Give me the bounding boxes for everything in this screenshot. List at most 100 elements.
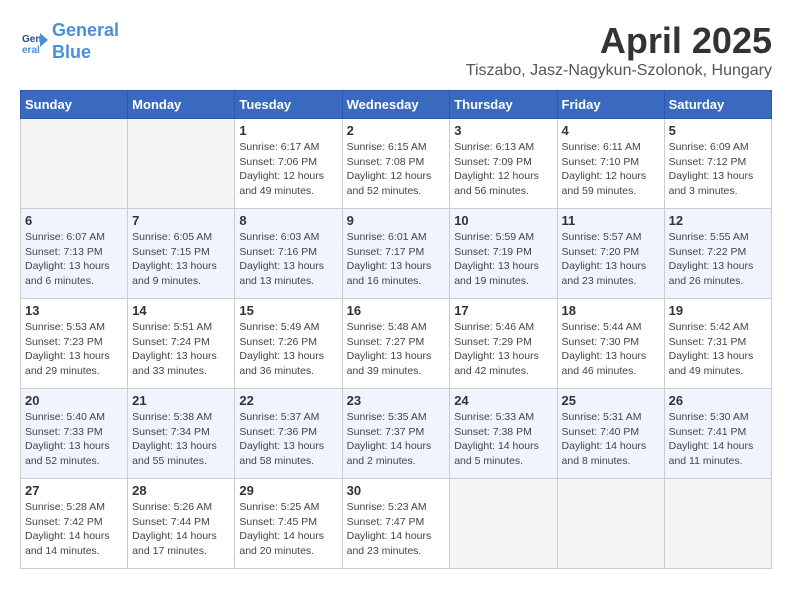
day-detail: Sunrise: 6:11 AMSunset: 7:10 PMDaylight:…: [562, 140, 660, 199]
day-detail: Sunrise: 5:40 AMSunset: 7:33 PMDaylight:…: [25, 410, 123, 469]
logo-general: General: [52, 20, 119, 40]
header-friday: Friday: [557, 91, 664, 119]
week-row-3: 13Sunrise: 5:53 AMSunset: 7:23 PMDayligh…: [21, 299, 772, 389]
day-detail: Sunrise: 6:09 AMSunset: 7:12 PMDaylight:…: [669, 140, 767, 199]
day-number: 6: [25, 213, 123, 228]
week-row-4: 20 Sunrise: 5:40 AMSunset: 7:33 PMDayligh…: [21, 389, 772, 479]
day-detail: Sunrise: 5:59 AMSunset: 7:19 PMDaylight:…: [454, 230, 552, 289]
day-cell: 3Sunrise: 6:13 AMSunset: 7:09 PMDaylight…: [450, 119, 557, 209]
day-detail: Sunrise: 5:26 AMSunset: 7:44 PMDaylight:…: [132, 500, 230, 559]
day-detail: Sunrise: 6:05 AMSunset: 7:15 PMDaylight:…: [132, 230, 230, 289]
day-cell: 13Sunrise: 5:53 AMSunset: 7:23 PMDayligh…: [21, 299, 128, 389]
header-thursday: Thursday: [450, 91, 557, 119]
day-cell: 9 Sunrise: 6:01 AMSunset: 7:17 PMDaylight…: [342, 209, 450, 299]
svg-text:Gen: Gen: [22, 34, 41, 45]
day-detail: Sunrise: 5:28 AMSunset: 7:42 PMDaylight:…: [25, 500, 123, 559]
day-cell: 25Sunrise: 5:31 AMSunset: 7:40 PMDayligh…: [557, 389, 664, 479]
header-wednesday: Wednesday: [342, 91, 450, 119]
month-title: April 2025: [466, 20, 772, 62]
day-cell: 29 Sunrise: 5:25 AMSunset: 7:45 PMDayligh…: [235, 479, 342, 569]
day-cell: 8 Sunrise: 6:03 AMSunset: 7:16 PMDaylight…: [235, 209, 342, 299]
day-cell: 12 Sunrise: 5:55 AMSunset: 7:22 PMDayligh…: [664, 209, 771, 299]
day-cell: 26Sunrise: 5:30 AMSunset: 7:41 PMDayligh…: [664, 389, 771, 479]
day-number: 30: [347, 483, 446, 498]
day-detail: Sunrise: 5:25 AMSunset: 7:45 PMDaylight:…: [239, 500, 337, 559]
day-number: 5: [669, 123, 767, 138]
day-cell: 2Sunrise: 6:15 AMSunset: 7:08 PMDaylight…: [342, 119, 450, 209]
day-detail: Sunrise: 5:57 AMSunset: 7:20 PMDaylight:…: [562, 230, 660, 289]
day-number: 12: [669, 213, 767, 228]
day-detail: Sunrise: 5:48 AMSunset: 7:27 PMDaylight:…: [347, 320, 446, 379]
day-number: 4: [562, 123, 660, 138]
day-number: 18: [562, 303, 660, 318]
day-detail: Sunrise: 5:42 AMSunset: 7:31 PMDaylight:…: [669, 320, 767, 379]
day-detail: Sunrise: 5:49 AMSunset: 7:26 PMDaylight:…: [239, 320, 337, 379]
day-number: 21: [132, 393, 230, 408]
day-cell: 5 Sunrise: 6:09 AMSunset: 7:12 PMDaylight…: [664, 119, 771, 209]
day-cell: 30 Sunrise: 5:23 AMSunset: 7:47 PMDayligh…: [342, 479, 450, 569]
day-cell: 17 Sunrise: 5:46 AMSunset: 7:29 PMDayligh…: [450, 299, 557, 389]
header-sunday: Sunday: [21, 91, 128, 119]
day-number: 9: [347, 213, 446, 228]
svg-text:eral: eral: [22, 45, 40, 56]
day-detail: Sunrise: 6:03 AMSunset: 7:16 PMDaylight:…: [239, 230, 337, 289]
day-number: 7: [132, 213, 230, 228]
calendar-table: SundayMondayTuesdayWednesdayThursdayFrid…: [20, 90, 772, 569]
day-detail: Sunrise: 6:01 AMSunset: 7:17 PMDaylight:…: [347, 230, 446, 289]
day-cell: 21 Sunrise: 5:38 AMSunset: 7:34 PMDayligh…: [128, 389, 235, 479]
day-number: 27: [25, 483, 123, 498]
day-number: 19: [669, 303, 767, 318]
day-detail: Sunrise: 5:51 AMSunset: 7:24 PMDaylight:…: [132, 320, 230, 379]
day-cell: 14Sunrise: 5:51 AMSunset: 7:24 PMDayligh…: [128, 299, 235, 389]
header-tuesday: Tuesday: [235, 91, 342, 119]
day-detail: Sunrise: 5:44 AMSunset: 7:30 PMDaylight:…: [562, 320, 660, 379]
day-detail: Sunrise: 5:46 AMSunset: 7:29 PMDaylight:…: [454, 320, 552, 379]
day-number: 10: [454, 213, 552, 228]
day-cell: [557, 479, 664, 569]
day-cell: 7 Sunrise: 6:05 AMSunset: 7:15 PMDaylight…: [128, 209, 235, 299]
day-cell: 22 Sunrise: 5:37 AMSunset: 7:36 PMDayligh…: [235, 389, 342, 479]
day-cell: 24Sunrise: 5:33 AMSunset: 7:38 PMDayligh…: [450, 389, 557, 479]
day-detail: Sunrise: 6:17 AMSunset: 7:06 PMDaylight:…: [239, 140, 337, 199]
day-detail: Sunrise: 5:37 AMSunset: 7:36 PMDaylight:…: [239, 410, 337, 469]
day-detail: Sunrise: 5:33 AMSunset: 7:38 PMDaylight:…: [454, 410, 552, 469]
day-detail: Sunrise: 6:13 AMSunset: 7:09 PMDaylight:…: [454, 140, 552, 199]
day-cell: 4 Sunrise: 6:11 AMSunset: 7:10 PMDaylight…: [557, 119, 664, 209]
day-number: 25: [562, 393, 660, 408]
week-row-2: 6 Sunrise: 6:07 AMSunset: 7:13 PMDaylight…: [21, 209, 772, 299]
week-row-1: 1 Sunrise: 6:17 AMSunset: 7:06 PMDaylight…: [21, 119, 772, 209]
day-number: 28: [132, 483, 230, 498]
day-number: 16: [347, 303, 446, 318]
day-number: 23: [347, 393, 446, 408]
day-cell: 15Sunrise: 5:49 AMSunset: 7:26 PMDayligh…: [235, 299, 342, 389]
location-title: Tiszabo, Jasz-Nagykun-Szolonok, Hungary: [466, 62, 772, 80]
day-detail: Sunrise: 5:23 AMSunset: 7:47 PMDaylight:…: [347, 500, 446, 559]
day-number: 26: [669, 393, 767, 408]
day-cell: 28 Sunrise: 5:26 AMSunset: 7:44 PMDayligh…: [128, 479, 235, 569]
logo-blue: Blue: [52, 42, 91, 62]
day-cell: 19 Sunrise: 5:42 AMSunset: 7:31 PMDayligh…: [664, 299, 771, 389]
day-detail: Sunrise: 5:38 AMSunset: 7:34 PMDaylight:…: [132, 410, 230, 469]
general-blue-icon: Gen eral: [20, 28, 48, 56]
day-number: 17: [454, 303, 552, 318]
day-number: 2: [347, 123, 446, 138]
logo-line1: General Blue: [52, 20, 119, 63]
day-cell: 20 Sunrise: 5:40 AMSunset: 7:33 PMDayligh…: [21, 389, 128, 479]
day-cell: 16 Sunrise: 5:48 AMSunset: 7:27 PMDayligh…: [342, 299, 450, 389]
day-number: 11: [562, 213, 660, 228]
day-cell: [450, 479, 557, 569]
day-cell: [664, 479, 771, 569]
day-cell: 10 Sunrise: 5:59 AMSunset: 7:19 PMDayligh…: [450, 209, 557, 299]
day-number: 1: [239, 123, 337, 138]
day-number: 8: [239, 213, 337, 228]
day-detail: Sunrise: 5:55 AMSunset: 7:22 PMDaylight:…: [669, 230, 767, 289]
day-cell: 11 Sunrise: 5:57 AMSunset: 7:20 PMDayligh…: [557, 209, 664, 299]
day-cell: 18 Sunrise: 5:44 AMSunset: 7:30 PMDayligh…: [557, 299, 664, 389]
day-number: 20: [25, 393, 123, 408]
day-cell: 1 Sunrise: 6:17 AMSunset: 7:06 PMDaylight…: [235, 119, 342, 209]
day-number: 13: [25, 303, 123, 318]
day-number: 29: [239, 483, 337, 498]
day-cell: 23Sunrise: 5:35 AMSunset: 7:37 PMDayligh…: [342, 389, 450, 479]
day-detail: Sunrise: 6:07 AMSunset: 7:13 PMDaylight:…: [25, 230, 123, 289]
day-number: 22: [239, 393, 337, 408]
